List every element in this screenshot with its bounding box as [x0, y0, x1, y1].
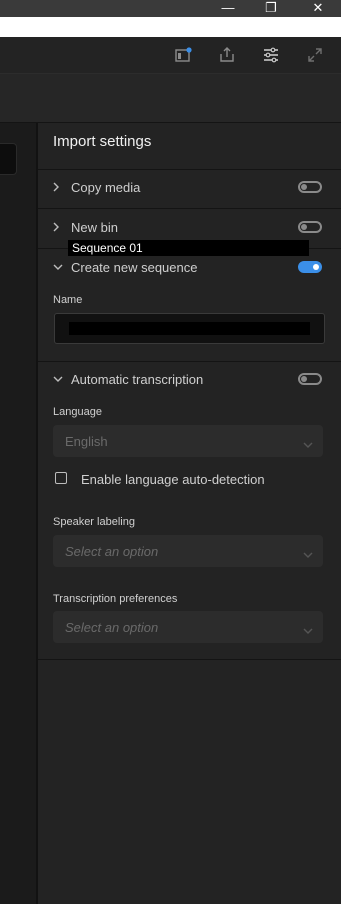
sequence-name-overlay: Sequence 01	[68, 240, 309, 256]
speaker-labeling-placeholder: Select an option	[65, 544, 159, 559]
language-label: Language	[53, 406, 102, 418]
speaker-labeling-label: Speaker labeling	[53, 516, 135, 528]
chevron-right-icon[interactable]	[51, 222, 61, 232]
restore-button[interactable]: ❐	[260, 0, 282, 17]
divider	[38, 208, 341, 209]
transcription-label[interactable]: Automatic transcription	[71, 372, 203, 387]
divider	[38, 659, 341, 660]
chevron-down-icon	[303, 436, 313, 454]
chevron-down-icon	[303, 622, 313, 640]
left-pane	[0, 123, 36, 904]
language-select[interactable]: English	[53, 425, 323, 457]
divider	[38, 169, 341, 170]
left-pane-field[interactable]	[0, 143, 17, 175]
secondary-header-bar	[0, 74, 341, 123]
chevron-down-icon[interactable]	[53, 374, 63, 384]
settings-list-icon[interactable]	[260, 45, 282, 65]
speaker-labeling-select[interactable]: Select an option	[53, 535, 323, 567]
create-sequence-label[interactable]: Create new sequence	[71, 260, 197, 275]
transcription-preferences-label: Transcription preferences	[53, 593, 178, 605]
auto-detect-label[interactable]: Enable language auto-detection	[81, 472, 265, 487]
transcription-preferences-select[interactable]: Select an option	[53, 611, 323, 643]
chevron-right-icon[interactable]	[51, 182, 61, 192]
expand-icon[interactable]	[304, 45, 326, 65]
transcription-preferences-placeholder: Select an option	[65, 620, 159, 635]
language-value: English	[65, 434, 108, 449]
sequence-name-input[interactable]	[54, 313, 325, 344]
new-bin-toggle[interactable]	[298, 221, 322, 233]
create-sequence-toggle[interactable]	[298, 261, 322, 273]
redacted-name-value	[69, 322, 310, 335]
chevron-down-icon[interactable]	[53, 262, 63, 272]
address-bar[interactable]	[0, 17, 341, 37]
chevron-down-icon	[303, 546, 313, 564]
share-icon[interactable]	[216, 45, 238, 65]
window-titlebar	[0, 0, 341, 17]
window-badge-icon[interactable]	[172, 45, 194, 65]
copy-media-label[interactable]: Copy media	[71, 180, 140, 195]
auto-detect-checkbox[interactable]	[55, 472, 67, 484]
name-field-label: Name	[53, 294, 83, 306]
close-button[interactable]: ✕	[307, 0, 329, 17]
divider	[38, 361, 341, 362]
copy-media-toggle[interactable]	[298, 181, 322, 193]
panel-title: Import settings	[53, 133, 152, 150]
top-toolbar	[0, 37, 341, 74]
transcription-toggle[interactable]	[298, 373, 322, 385]
minimize-button[interactable]: —	[217, 0, 239, 17]
new-bin-label[interactable]: New bin	[71, 220, 118, 235]
